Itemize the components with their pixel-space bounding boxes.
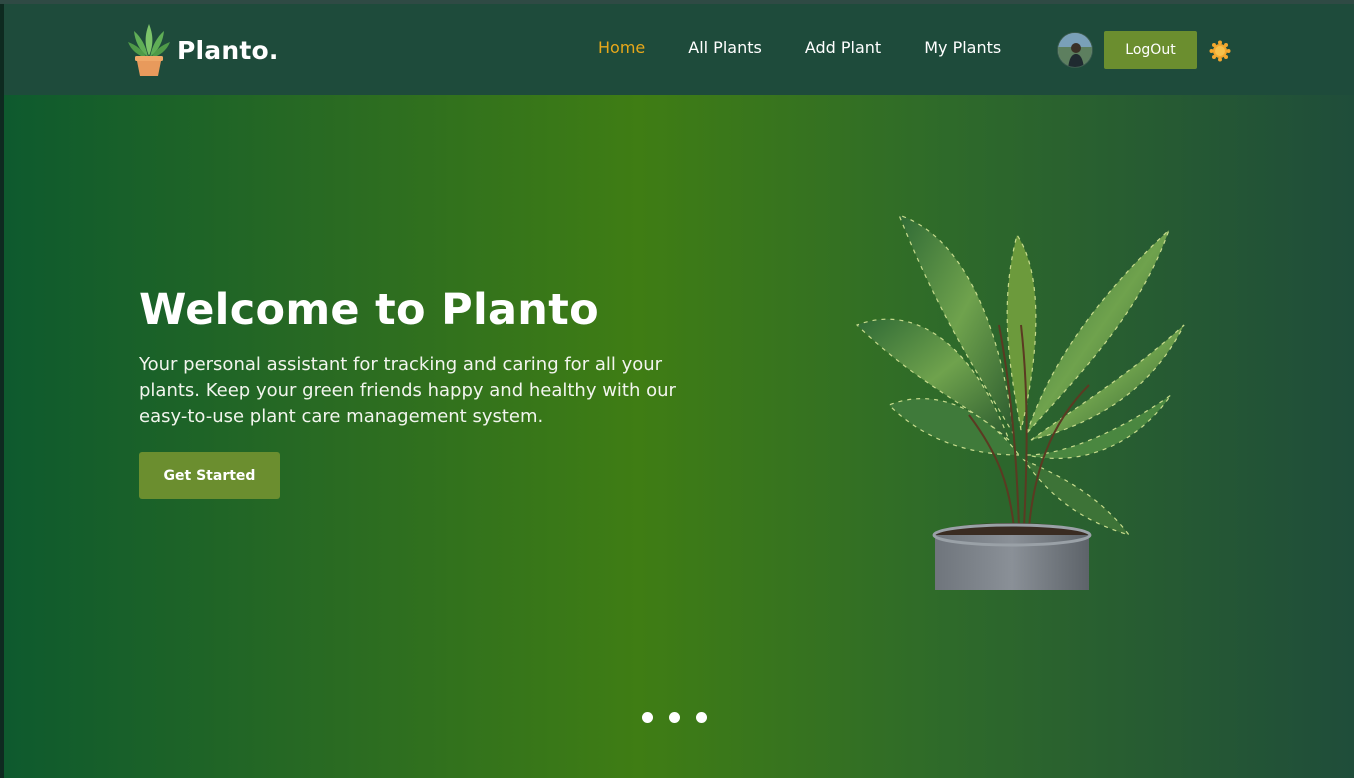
slide-dot-2[interactable] — [669, 712, 680, 723]
nav-links: Home All Plants Add Plant My Plants — [598, 38, 1044, 57]
hero-banner: Welcome to Planto Your personal assistan… — [4, 95, 1354, 778]
nav-link-all-plants[interactable]: All Plants — [688, 38, 762, 57]
hero-description: Your personal assistant for tracking and… — [139, 354, 676, 427]
avatar-photo-icon — [1058, 33, 1092, 67]
slide-dot-3[interactable] — [696, 712, 707, 723]
slide-dot-1[interactable] — [642, 712, 653, 723]
logout-button[interactable]: LogOut — [1104, 31, 1197, 69]
nav-link-my-plants[interactable]: My Plants — [924, 38, 1001, 57]
nav-link-add-plant[interactable]: Add Plant — [805, 38, 881, 57]
sun-icon[interactable] — [1209, 40, 1231, 62]
hero-title: Welcome to Planto — [139, 285, 599, 335]
navbar: Planto. Home All Plants Add Plant My Pla… — [4, 4, 1354, 95]
nav-link-home[interactable]: Home — [598, 38, 645, 57]
user-avatar[interactable] — [1057, 32, 1093, 68]
brand[interactable]: Planto. — [126, 22, 279, 78]
potted-calathea-plant-image — [855, 214, 1185, 590]
brand-name: Planto. — [177, 35, 279, 65]
potted-plant-logo-icon — [128, 24, 170, 76]
get-started-button[interactable]: Get Started — [139, 452, 280, 499]
slide-pagination — [642, 712, 723, 723]
